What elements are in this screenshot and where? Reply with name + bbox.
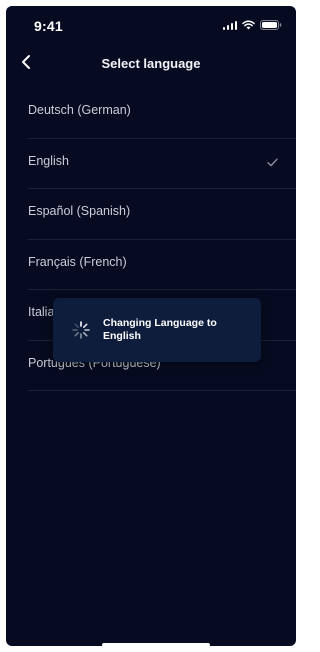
language-label: Deutsch (German) — [28, 103, 131, 117]
loading-toast: Changing Language to English — [53, 298, 261, 362]
battery-icon — [260, 20, 282, 30]
home-indicator — [102, 643, 210, 646]
toast-message: Changing Language to English — [103, 317, 217, 342]
status-bar: 9:41 — [6, 6, 296, 42]
wifi-icon — [242, 20, 255, 30]
language-label: English — [28, 153, 69, 168]
checkmark-icon — [267, 154, 278, 172]
language-item-english[interactable]: English — [28, 139, 296, 189]
cellular-signal-icon — [222, 20, 237, 30]
phone-screen: 9:41 Select language Deutsch (German) En… — [6, 6, 296, 646]
status-time: 9:41 — [34, 18, 63, 34]
navigation-bar: Select language — [6, 48, 296, 80]
status-icons — [222, 20, 283, 30]
language-label: Español (Spanish) — [28, 204, 131, 218]
language-item-french[interactable]: Français (French) — [28, 240, 296, 290]
language-item-spanish[interactable]: Español (Spanish) — [28, 189, 296, 240]
language-item-german[interactable]: Deutsch (German) — [28, 88, 296, 139]
page-title: Select language — [101, 56, 201, 71]
loading-spinner-icon — [71, 320, 91, 340]
language-label: Français (French) — [28, 254, 127, 269]
